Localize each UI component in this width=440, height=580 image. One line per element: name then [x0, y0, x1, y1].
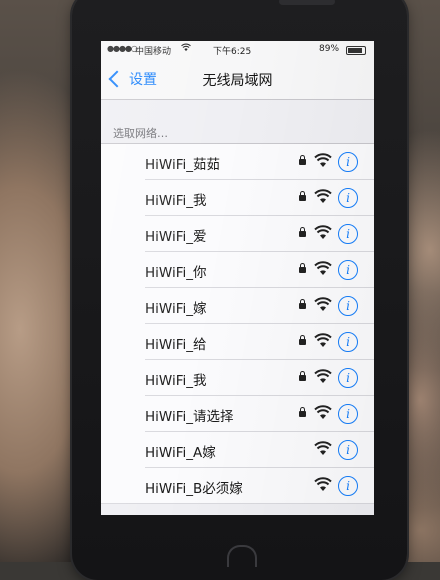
lock-icon — [299, 263, 306, 273]
info-icon[interactable]: i — [338, 368, 358, 388]
wifi-icon — [314, 189, 332, 205]
wifi-icon — [314, 441, 332, 457]
wifi-icon — [314, 477, 332, 493]
phone-speaker — [279, 0, 335, 5]
lock-icon — [299, 299, 306, 309]
lock-icon — [299, 155, 306, 165]
info-icon[interactable]: i — [338, 260, 358, 280]
status-time: 下午6:25 — [213, 47, 252, 57]
battery-icon — [346, 46, 366, 55]
home-button[interactable] — [227, 545, 257, 567]
lock-icon — [299, 371, 306, 381]
info-icon[interactable]: i — [338, 296, 358, 316]
wifi-icon — [314, 369, 332, 385]
network-row[interactable]: HiWiFi_茹茹 i — [101, 144, 374, 180]
network-row[interactable]: HiWiFi_爱 i — [101, 216, 374, 252]
network-name: HiWiFi_你 — [145, 265, 207, 281]
network-list: HiWiFi_茹茹 i HiWiFi_我 i HiWiFi_爱 i HiWiFi_你 i HiW… — [101, 143, 374, 504]
network-name: HiWiFi_给 — [145, 337, 207, 353]
wifi-icon — [314, 153, 332, 169]
lock-icon — [299, 191, 306, 201]
network-name: HiWiFi_我 — [145, 373, 207, 389]
wifi-status-icon — [181, 43, 191, 55]
network-name: HiWiFi_B必须嫁 — [145, 481, 243, 497]
network-name: HiWiFi_嫁 — [145, 301, 207, 317]
info-icon[interactable]: i — [338, 332, 358, 352]
battery-percent: 89% — [319, 44, 340, 54]
network-row[interactable]: HiWiFi_A嫁 i — [101, 432, 374, 468]
network-name: HiWiFi_请选择 — [145, 409, 234, 425]
network-row[interactable]: HiWiFi_给 i — [101, 324, 374, 360]
network-row[interactable]: HiWiFi_嫁 i — [101, 288, 374, 324]
info-icon[interactable]: i — [338, 188, 358, 208]
info-icon[interactable]: i — [338, 440, 358, 460]
info-icon[interactable]: i — [338, 224, 358, 244]
network-row[interactable]: HiWiFi_请选择 i — [101, 396, 374, 432]
lock-icon — [299, 335, 306, 345]
network-row[interactable]: HiWiFi_你 i — [101, 252, 374, 288]
info-icon[interactable]: i — [338, 152, 358, 172]
phone-screen: ●●●●○ 中国移动 下午6:25 89% 设置 无线局域网 选取网络… HiW… — [101, 41, 374, 515]
wifi-icon — [314, 297, 332, 313]
network-row[interactable]: HiWiFi_B必须嫁 i — [101, 468, 374, 504]
info-icon[interactable]: i — [338, 476, 358, 496]
carrier-name: 中国移动 — [135, 47, 172, 57]
wifi-icon — [314, 225, 332, 241]
network-name: HiWiFi_爱 — [145, 229, 207, 245]
network-name: HiWiFi_我 — [145, 193, 207, 209]
section-header: 选取网络… — [113, 127, 168, 140]
wifi-icon — [314, 405, 332, 421]
network-row[interactable]: HiWiFi_我 i — [101, 180, 374, 216]
network-name: HiWiFi_茹茹 — [145, 157, 220, 173]
wifi-icon — [314, 261, 332, 277]
status-bar: ●●●●○ 中国移动 下午6:25 89% — [101, 41, 374, 59]
page-title: 无线局域网 — [202, 73, 273, 89]
lock-icon — [299, 227, 306, 237]
network-row[interactable]: HiWiFi_我 i — [101, 360, 374, 396]
network-name: HiWiFi_A嫁 — [145, 445, 216, 461]
info-icon[interactable]: i — [338, 404, 358, 424]
signal-strength: ●●●●○ — [107, 44, 138, 53]
navigation-bar: 设置 无线局域网 — [101, 59, 374, 100]
wifi-icon — [314, 333, 332, 349]
lock-icon — [299, 407, 306, 417]
